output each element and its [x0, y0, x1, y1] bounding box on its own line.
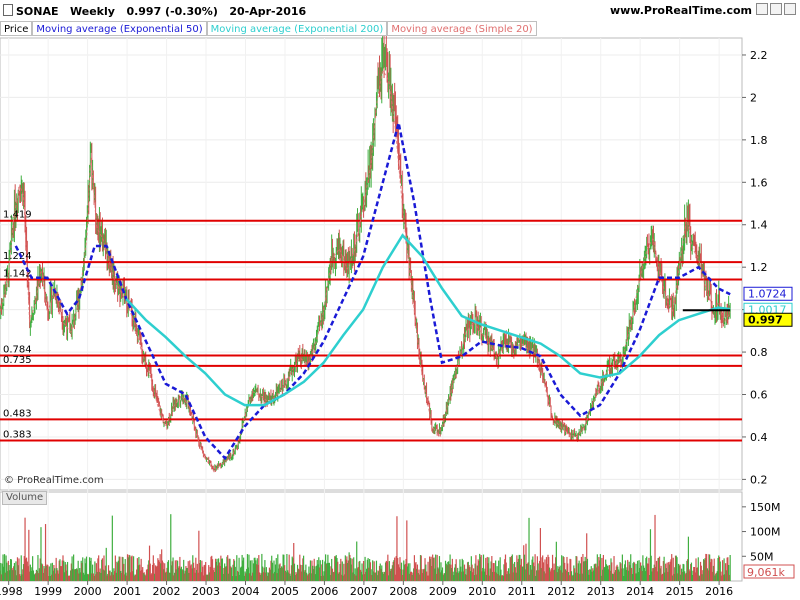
volume-marker-label: 9,061k	[747, 566, 785, 579]
legend-ema50[interactable]: Moving average (Exponential 50)	[32, 21, 207, 36]
x-tick-label: 2001	[113, 585, 141, 598]
level-label: 0.735	[3, 355, 32, 366]
price-chart[interactable]: 1.4191.2241.1420.7840.7350.4830.383 0.20…	[0, 0, 800, 600]
x-tick-label: 2011	[508, 585, 536, 598]
x-tick-label: 2013	[587, 585, 615, 598]
last-price: 0.997 (-0.30%)	[126, 5, 218, 18]
y-tick-label: 0.8	[750, 346, 768, 359]
y-tick-label: 2.2	[750, 49, 768, 62]
copyright: © ProRealTime.com	[4, 475, 104, 486]
x-tick-label: 1999	[34, 585, 62, 598]
indicator-legend: Price Moving average (Exponential 50) Mo…	[0, 21, 537, 36]
volume-tick-label: 150M	[750, 501, 781, 514]
level-label: 0.784	[3, 344, 32, 355]
chart-title: SONAE Weekly 0.997 (-0.30%) 20-Apr-2016	[3, 4, 306, 18]
x-tick-label: 2014	[626, 585, 654, 598]
volume-tick-label: 100M	[750, 526, 781, 539]
x-tick-label: 2007	[350, 585, 378, 598]
y-tick-label: 1.4	[750, 219, 768, 232]
y-tick-label: 1.6	[750, 176, 768, 189]
price-marker-label: 0.997	[748, 313, 783, 326]
x-tick-label: 2010	[468, 585, 496, 598]
price-marker-label: 1.0724	[748, 287, 787, 300]
volume-tick-label: 50M	[750, 550, 774, 563]
y-tick-label: 0.4	[750, 431, 768, 444]
period: Weekly	[70, 5, 115, 18]
x-tick-label: 2012	[547, 585, 575, 598]
level-label: 1.224	[3, 251, 32, 262]
legend-price[interactable]: Price	[0, 21, 33, 36]
legend-ema200[interactable]: Moving average (Exponential 200)	[206, 21, 388, 36]
x-tick-label: 2016	[705, 585, 733, 598]
y-tick-label: 1.2	[750, 261, 768, 274]
level-label: 0.383	[3, 430, 32, 441]
x-tick-label: 2009	[429, 585, 457, 598]
y-tick-label: 0.6	[750, 389, 768, 402]
minimize-icon[interactable]	[756, 3, 768, 15]
maximize-icon[interactable]	[770, 3, 782, 15]
title-icon	[3, 4, 13, 16]
x-tick-label: 2000	[74, 585, 102, 598]
x-tick-label: 2008	[389, 585, 417, 598]
level-label: 1.419	[3, 210, 32, 221]
x-tick-label: 2005	[271, 585, 299, 598]
window-controls[interactable]	[756, 3, 796, 15]
x-tick-label: 1998	[0, 585, 23, 598]
y-tick-label: 1.8	[750, 134, 768, 147]
volume-label: Volume	[2, 491, 48, 505]
x-tick-label: 2015	[666, 585, 694, 598]
symbol: SONAE	[16, 5, 59, 18]
x-tick-label: 2004	[231, 585, 259, 598]
close-icon[interactable]	[784, 3, 796, 15]
date: 20-Apr-2016	[229, 5, 307, 18]
x-tick-label: 2002	[153, 585, 181, 598]
x-tick-label: 2006	[310, 585, 338, 598]
x-tick-label: 2003	[192, 585, 220, 598]
legend-sma20[interactable]: Moving average (Simple 20)	[387, 21, 537, 36]
y-tick-label: 0.2	[750, 473, 768, 486]
level-label: 0.483	[3, 408, 32, 419]
site-name: www.ProRealTime.com	[609, 4, 752, 17]
y-tick-label: 2	[750, 91, 757, 104]
